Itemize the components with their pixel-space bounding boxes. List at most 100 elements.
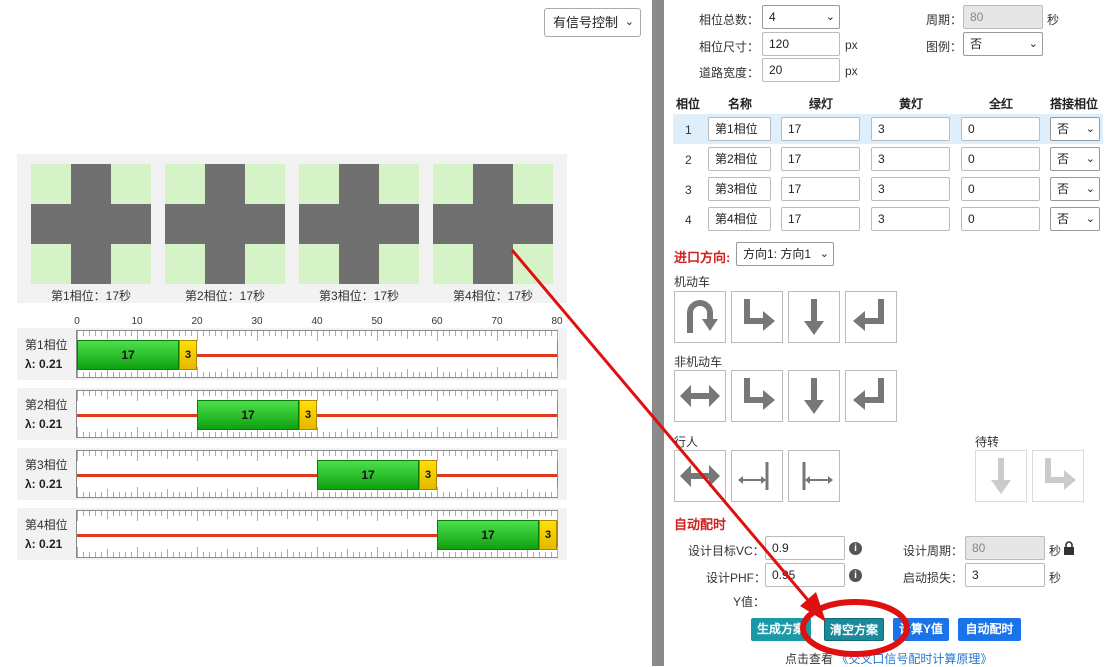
start-loss-input[interactable]: 3 bbox=[965, 563, 1045, 587]
ruler-tick bbox=[167, 429, 168, 437]
ruler-tick bbox=[557, 331, 558, 341]
green-time-input[interactable]: 17 bbox=[781, 147, 860, 171]
yellow-phase-bar[interactable]: 3 bbox=[539, 520, 557, 550]
ruler-tick bbox=[143, 492, 144, 497]
phase-name-input[interactable]: 第1相位 bbox=[708, 117, 771, 141]
ruler-tick bbox=[539, 391, 540, 396]
ruler-tick bbox=[209, 391, 210, 396]
yellow-phase-bar[interactable]: 3 bbox=[299, 400, 317, 430]
approach-select[interactable]: 方向1: 方向1 ⌄ bbox=[736, 242, 834, 266]
phase-name-input[interactable]: 第2相位 bbox=[708, 147, 771, 171]
green-time-input[interactable]: 17 bbox=[781, 207, 860, 231]
turn-left-icon[interactable] bbox=[845, 370, 897, 422]
yellow-phase-bar[interactable]: 3 bbox=[419, 460, 437, 490]
ruler-tick bbox=[521, 552, 522, 557]
phf-input[interactable]: 0.95 bbox=[765, 563, 845, 587]
ruler-tick bbox=[299, 331, 300, 336]
ruler-tick bbox=[179, 552, 180, 557]
phase-size-input[interactable]: 120 bbox=[762, 32, 840, 56]
lock-icon[interactable] bbox=[1063, 541, 1075, 558]
timeline-phase-name: 第4相位 bbox=[25, 518, 68, 532]
green-phase-bar[interactable]: 17 bbox=[317, 460, 419, 490]
road-width-input[interactable]: 20 bbox=[762, 58, 840, 82]
overlap-select[interactable]: 否 ⌄ bbox=[1050, 117, 1100, 141]
yellow-time-input[interactable]: 3 bbox=[871, 207, 950, 231]
yellow-time-input[interactable]: 3 bbox=[871, 117, 950, 141]
u-turn-icon[interactable] bbox=[674, 291, 726, 343]
phase-count-select[interactable]: 4 ⌄ bbox=[762, 5, 840, 29]
green-time-input[interactable]: 17 bbox=[781, 177, 860, 201]
bidirectional-arrow-icon[interactable] bbox=[674, 450, 726, 502]
crosswalk-left-icon[interactable] bbox=[788, 450, 840, 502]
ruler-tick bbox=[269, 451, 270, 456]
principle-link[interactable]: 《交叉口信号配时计算原理》 bbox=[836, 652, 992, 666]
design-cycle-input[interactable]: 80 bbox=[965, 536, 1045, 560]
ruler-tick bbox=[437, 487, 438, 497]
ruler-tick bbox=[443, 492, 444, 497]
ruler-tick bbox=[377, 367, 378, 377]
signal-mode-select[interactable]: 有信号控制 ⌄ bbox=[544, 8, 641, 37]
phase-name-input[interactable]: 第4相位 bbox=[708, 207, 771, 231]
ruler-tick bbox=[245, 432, 246, 437]
yellow-phase-bar[interactable]: 3 bbox=[179, 340, 197, 370]
green-time-input[interactable]: 17 bbox=[781, 117, 860, 141]
ruler-tick bbox=[485, 511, 486, 516]
ruler-tick bbox=[119, 451, 120, 456]
ruler-tick bbox=[215, 492, 216, 497]
ruler-tick bbox=[473, 492, 474, 497]
turn-right-icon[interactable] bbox=[731, 370, 783, 422]
calc-y-button[interactable]: 计算Y值 bbox=[893, 618, 949, 641]
turn-right-icon[interactable] bbox=[731, 291, 783, 343]
ruler-tick bbox=[77, 511, 78, 521]
yellow-time-input[interactable]: 3 bbox=[871, 177, 950, 201]
overlap-select[interactable]: 否 ⌄ bbox=[1050, 207, 1100, 231]
ruler-tick bbox=[137, 547, 138, 557]
ruler-tick bbox=[149, 391, 150, 396]
timeline-lambda: λ: 0.21 bbox=[25, 537, 63, 551]
allred-time-input[interactable]: 0 bbox=[961, 147, 1040, 171]
phase-name-input[interactable]: 第3相位 bbox=[708, 177, 771, 201]
ruler-tick bbox=[539, 492, 540, 497]
green-phase-bar[interactable]: 17 bbox=[77, 340, 179, 370]
auto-timing-button[interactable]: 自动配时 bbox=[958, 618, 1021, 641]
allred-time-input[interactable]: 0 bbox=[961, 177, 1040, 201]
ruler-tick bbox=[287, 369, 288, 377]
ruler-tick bbox=[533, 511, 534, 516]
ruler-tick bbox=[167, 489, 168, 497]
vc-input[interactable]: 0.9 bbox=[765, 536, 845, 560]
ruler-tick bbox=[359, 372, 360, 377]
waiting-straight-icon[interactable] bbox=[975, 450, 1027, 502]
period-input[interactable]: 80 bbox=[963, 5, 1043, 29]
legend-select[interactable]: 否 ⌄ bbox=[963, 32, 1043, 56]
timeline-lambda: λ: 0.21 bbox=[25, 357, 63, 371]
ruler-tick bbox=[485, 391, 486, 396]
overlap-select[interactable]: 否 ⌄ bbox=[1050, 147, 1100, 171]
ruler-tick bbox=[491, 432, 492, 437]
ruler-tick bbox=[329, 391, 330, 396]
timeline-phase-name: 第1相位 bbox=[25, 338, 68, 352]
crosswalk-right-icon[interactable] bbox=[731, 450, 783, 502]
green-phase-bar[interactable]: 17 bbox=[197, 400, 299, 430]
ruler-tick bbox=[251, 492, 252, 497]
straight-down-icon[interactable] bbox=[788, 370, 840, 422]
yellow-time-input[interactable]: 3 bbox=[871, 147, 950, 171]
generate-plan-button[interactable]: 生成方案 bbox=[751, 618, 811, 641]
turn-left-icon[interactable] bbox=[845, 291, 897, 343]
allred-time-input[interactable]: 0 bbox=[961, 117, 1040, 141]
panel-splitter[interactable] bbox=[652, 0, 664, 666]
waiting-right-turn-icon[interactable] bbox=[1032, 450, 1084, 502]
green-phase-bar[interactable]: 17 bbox=[437, 520, 539, 550]
straight-down-icon[interactable] bbox=[788, 291, 840, 343]
ruler-tick bbox=[473, 331, 474, 336]
info-icon[interactable]: i bbox=[849, 569, 862, 582]
ruler-tick bbox=[167, 549, 168, 557]
ruler-tick bbox=[281, 331, 282, 336]
info-icon[interactable]: i bbox=[849, 542, 862, 555]
ruler-tick bbox=[521, 492, 522, 497]
ruler-tick bbox=[275, 391, 276, 396]
overlap-select[interactable]: 否 ⌄ bbox=[1050, 177, 1100, 201]
clear-plan-button[interactable]: 清空方案 bbox=[824, 618, 884, 641]
bidirectional-arrow-icon[interactable] bbox=[674, 370, 726, 422]
ruler-tick bbox=[149, 511, 150, 516]
allred-time-input[interactable]: 0 bbox=[961, 207, 1040, 231]
